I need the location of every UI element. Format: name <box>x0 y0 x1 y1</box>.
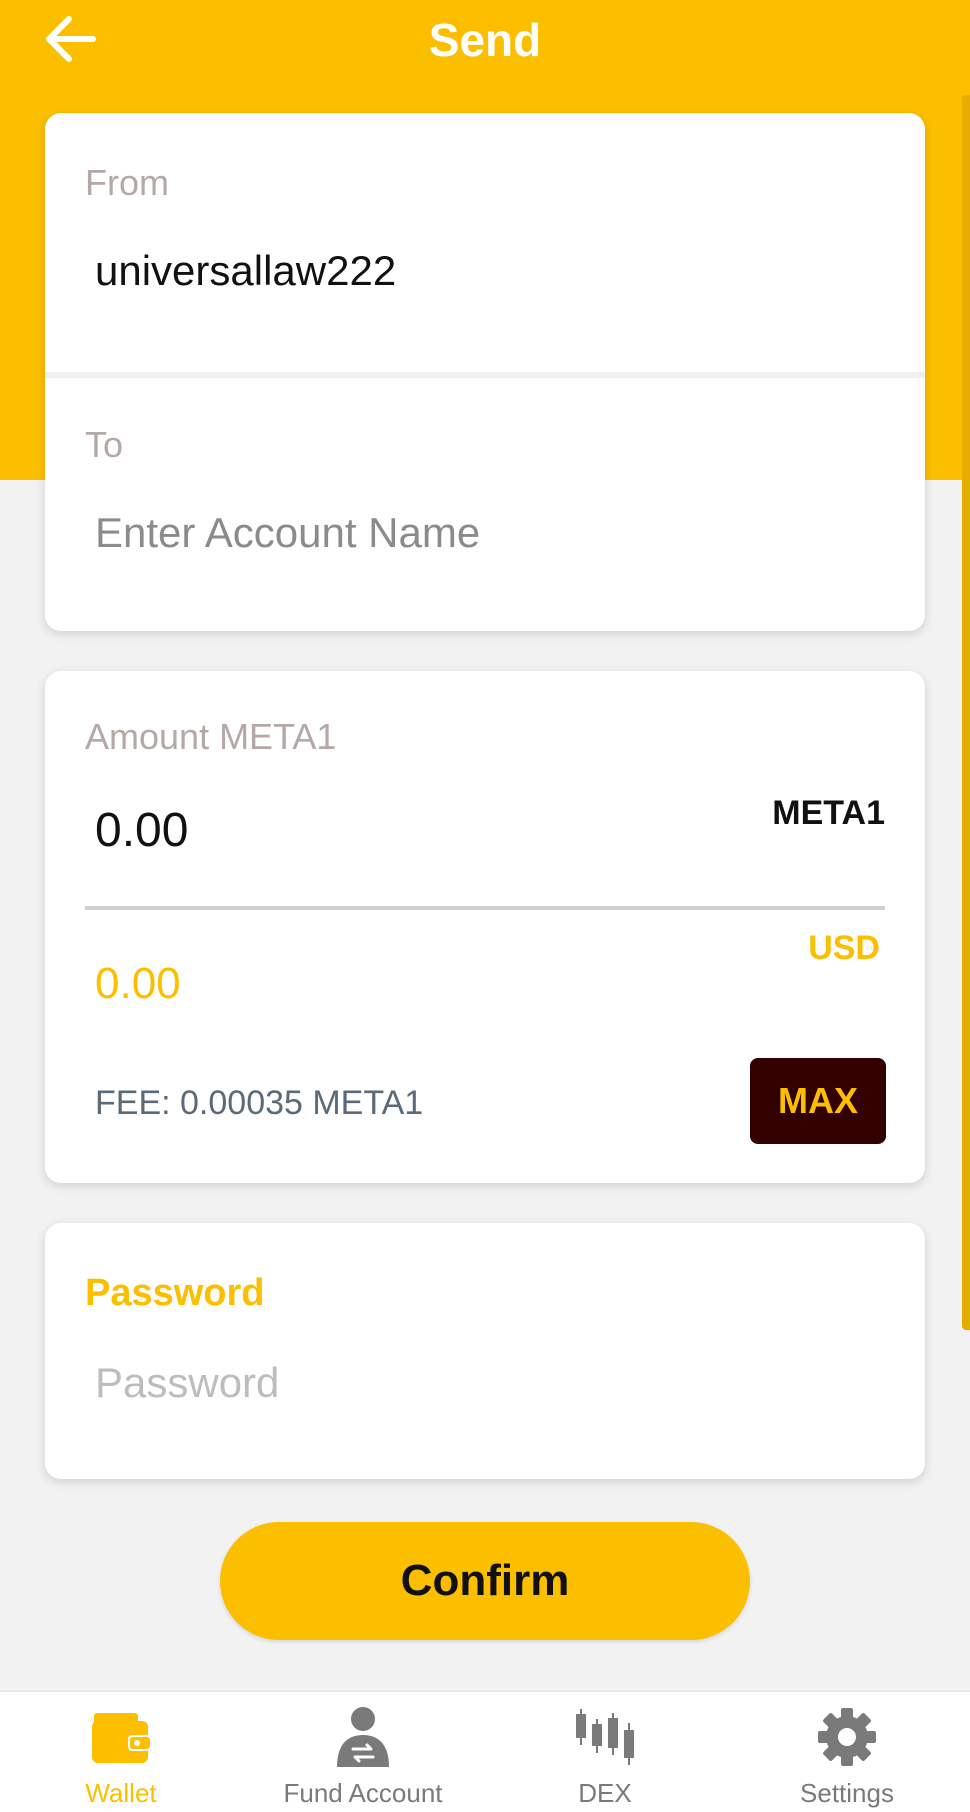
gear-icon <box>818 1708 876 1766</box>
divider <box>45 372 925 378</box>
scrollbar[interactable] <box>962 95 970 1330</box>
page-title: Send <box>428 14 542 66</box>
amount-unit: META1 <box>772 794 885 832</box>
wallet-icon <box>92 1713 150 1763</box>
password-input[interactable] <box>95 1355 875 1411</box>
max-button[interactable]: MAX <box>750 1058 886 1144</box>
to-label: To <box>85 424 124 465</box>
nav-label-settings: Settings <box>800 1778 894 1808</box>
usd-unit: USD <box>808 929 880 967</box>
from-label: From <box>85 162 169 203</box>
amount-label: Amount META1 <box>85 716 337 757</box>
nav-label-wallet: Wallet <box>85 1778 157 1808</box>
from-account-value: universallaw222 <box>95 247 397 294</box>
nav-item-fund-account[interactable]: Fund Account <box>242 1692 484 1812</box>
from-to-card: From universallaw222 To <box>45 113 925 631</box>
fund-account-icon <box>337 1707 389 1767</box>
to-account-input[interactable] <box>95 505 875 561</box>
nav-item-wallet[interactable]: Wallet <box>0 1692 242 1812</box>
usd-value[interactable]: 0.00 <box>95 956 181 1012</box>
amount-underline <box>85 906 885 910</box>
confirm-button[interactable]: Confirm <box>220 1522 750 1640</box>
candlestick-chart-icon <box>576 1709 634 1765</box>
amount-input[interactable]: 0.00 <box>95 801 188 861</box>
fee-text: FEE: 0.00035 META1 <box>95 1084 424 1122</box>
password-label: Password <box>85 1272 265 1314</box>
amount-card: Amount META1 0.00 META1 USD 0.00 FEE: 0.… <box>45 671 925 1183</box>
nav-label-fund-account: Fund Account <box>283 1778 443 1808</box>
nav-item-settings[interactable]: Settings <box>726 1692 968 1812</box>
password-card: Password <box>45 1223 925 1479</box>
nav-label-dex: DEX <box>578 1778 632 1808</box>
bottom-nav: Wallet Fund Account DEX Settings <box>0 1690 970 1812</box>
nav-item-dex[interactable]: DEX <box>484 1692 726 1812</box>
